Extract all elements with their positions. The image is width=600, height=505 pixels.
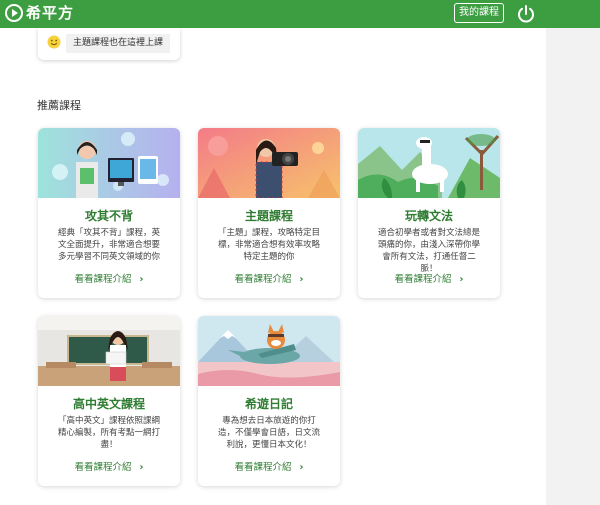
my-courses-button[interactable]: 我的課程	[454, 3, 504, 23]
course-card-theme[interactable]: 主題課程 「主題」課程，攻略特定目標，非常適合想有效率攻略特定主題的你 看看課程…	[198, 128, 340, 298]
course-title: 主題課程	[244, 209, 293, 223]
course-image-theme	[198, 128, 340, 198]
chevron-right-icon: ›	[139, 462, 144, 473]
power-icon[interactable]	[516, 4, 536, 24]
smiley-icon	[47, 35, 61, 49]
course-description: 適合初學者或者對文法總是頭痛的你，由淺入深帶你學會所有文法，打通任督二脈！	[377, 228, 480, 274]
chevron-right-icon: ›	[299, 462, 304, 473]
course-status-card: 主題課程也在這裡上課	[38, 28, 180, 60]
course-details-link[interactable]: 看看課程介紹 ›	[38, 271, 180, 285]
top-navigation-bar: 希平方 我的課程	[0, 0, 600, 28]
course-title: 玩轉文法	[404, 209, 453, 223]
chevron-right-icon: ›	[459, 274, 464, 285]
course-image-highschool	[38, 316, 180, 386]
course-description: 經典「攻其不背」課程，英文全面提升，非常適合想要多元學習不同英文領域的你	[57, 228, 160, 262]
logo-text: 希平方	[26, 4, 75, 22]
course-details-link[interactable]: 看看課程介紹 ›	[198, 271, 340, 285]
course-details-link[interactable]: 看看課程介紹 ›	[198, 459, 340, 473]
course-details-link[interactable]: 看看課程介紹 ›	[38, 459, 180, 473]
course-image-japan-diary	[198, 316, 340, 386]
course-card-gongqibubei[interactable]: 攻其不背 經典「攻其不背」課程，英文全面提升，非常適合想要多元學習不同英文領域的…	[38, 128, 180, 298]
course-details-label: 看看課程介紹	[74, 462, 132, 473]
course-image-gongqibubei	[38, 128, 180, 198]
course-title: 攻其不背	[84, 209, 133, 223]
course-description: 「高中英文」課程依照課綱精心編製，所有考點一網打盡！	[57, 416, 160, 450]
course-description: 「主題」課程，攻略特定目標，非常適合想有效率攻略特定主題的你	[217, 228, 320, 262]
course-details-label: 看看課程介紹	[234, 274, 292, 285]
site-logo[interactable]: 希平方	[4, 3, 74, 23]
course-card-japan-diary[interactable]: 希遊日記 專為想去日本旅遊的你打造，不僅學會日語，日文流利說，更懂日本文化！ 看…	[198, 316, 340, 486]
course-title: 高中英文課程	[72, 397, 145, 411]
course-details-link[interactable]: 看看課程介紹 ›	[358, 271, 500, 285]
course-details-label: 看看課程介紹	[234, 462, 292, 473]
chevron-right-icon: ›	[299, 274, 304, 285]
topic-courses-button[interactable]: 主題課程也在這裡上課	[66, 34, 170, 53]
main-content: 主題課程也在這裡上課 推薦課程 攻其不背 經典「攻其不背」課程，英文全面提升，非…	[0, 28, 546, 505]
course-card-highschool[interactable]: 高中英文課程 「高中英文」課程依照課綱精心編製，所有考點一網打盡！ 看看課程介紹…	[38, 316, 180, 486]
course-details-label: 看看課程介紹	[74, 274, 132, 285]
course-details-label: 看看課程介紹	[394, 274, 452, 285]
course-image-grammar	[358, 128, 500, 198]
logo-play-icon	[5, 4, 23, 22]
section-title-recommended: 推薦課程	[37, 99, 81, 112]
course-card-grammar[interactable]: 玩轉文法 適合初學者或者對文法總是頭痛的你，由淺入深帶你學會所有文法，打通任督二…	[358, 128, 500, 298]
chevron-right-icon: ›	[139, 274, 144, 285]
right-side-panel	[546, 28, 600, 505]
course-description: 專為想去日本旅遊的你打造，不僅學會日語，日文流利說，更懂日本文化！	[217, 416, 320, 450]
course-title: 希遊日記	[244, 397, 293, 411]
